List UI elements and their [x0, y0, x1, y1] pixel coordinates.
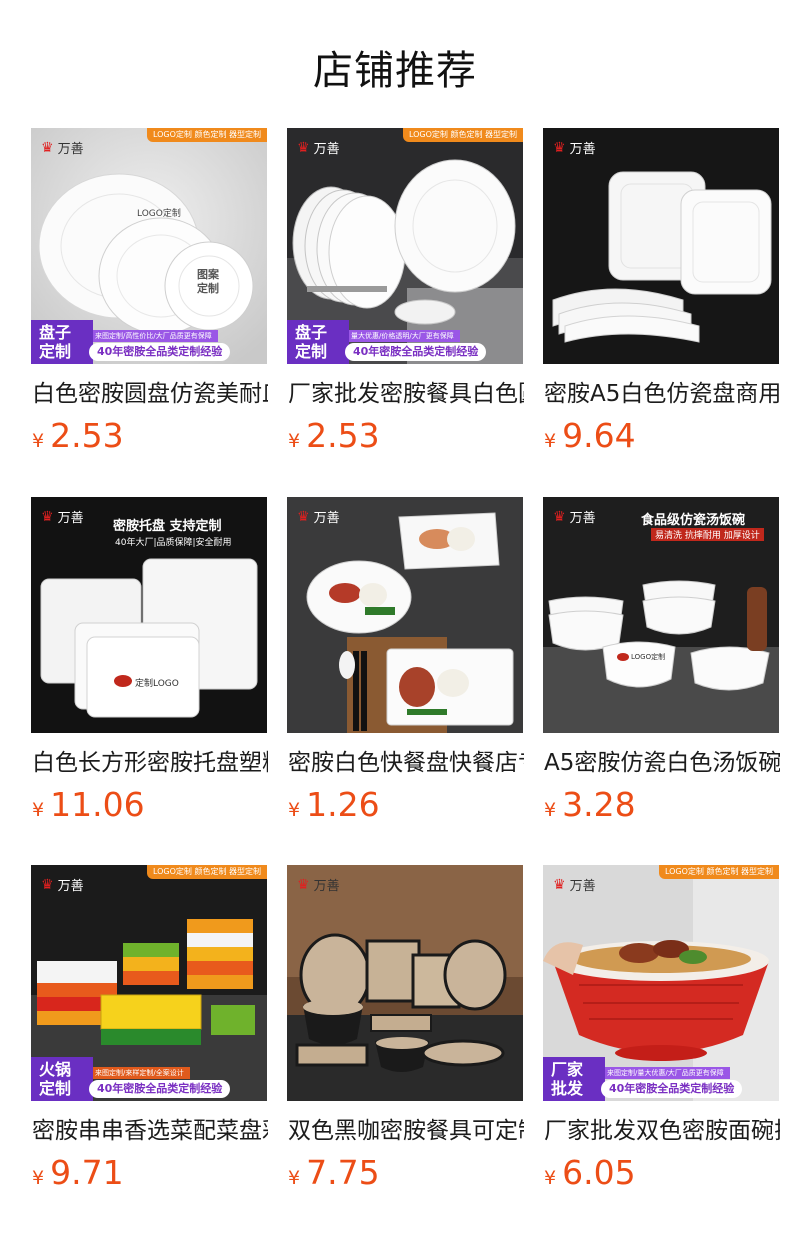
product-subline: 易清洗 抗摔耐用 加厚设计: [651, 528, 764, 541]
product-card[interactable]: ♛ 万善 LOGO定制 颜色定制 器型定制 LOGO定制 图案 定制 来图定制/高…: [31, 128, 268, 458]
product-image[interactable]: ♛ 万善 LOGO定制 颜色定制 器型定制 来图定制/量大优惠/大厂品质更有保障 …: [543, 865, 779, 1101]
category-tag: 厂家 批发: [543, 1057, 605, 1101]
product-image[interactable]: ♛ 万善 LOGO定制 颜色定制 器型定制 来图定制/来样定制/全案设计 火锅 定…: [31, 865, 267, 1101]
product-card[interactable]: ♛万善 双色黑咖密胺餐具可定制款 ¥7.75: [287, 865, 524, 1195]
product-row: ♛ 万善 密胺托盘 支持定制 40年大厂|品质保障|安全耐用 定制LOGO 白色长…: [31, 497, 780, 827]
category-tag: 火锅 定制: [31, 1057, 93, 1101]
product-name[interactable]: 双色黑咖密胺餐具可定制款: [288, 1115, 524, 1147]
product-headline: 密胺托盘 支持定制: [113, 519, 222, 534]
promo-strip: 来图定制/高性价比/大厂品质更有保障: [89, 330, 218, 342]
product-price: ¥3.28: [544, 785, 636, 824]
crown-icon: ♛: [297, 876, 310, 893]
crown-icon: ♛: [297, 508, 310, 525]
promo-strip: 来图定制/量大优惠/大厂品质更有保障: [601, 1067, 730, 1079]
product-subline: 40年大厂|品质保障|安全耐用: [115, 538, 232, 548]
pattern-custom-label: 定制: [197, 282, 219, 295]
crown-icon: ♛: [553, 876, 566, 893]
product-price: ¥2.53: [32, 416, 124, 455]
black-khaki-tableware-photo: [287, 865, 523, 1101]
product-row: ♛ 万善 LOGO定制 颜色定制 器型定制 LOGO定制 图案 定制 来图定制/高…: [31, 128, 780, 458]
product-name[interactable]: 密胺A5白色仿瓷盘商用方盘: [544, 378, 780, 410]
tray-logo-text: 定制LOGO: [135, 679, 179, 689]
page-title: 店铺推荐: [313, 48, 477, 94]
promo-strip: 来图定制/来样定制/全案设计: [89, 1067, 190, 1079]
experience-badge: 40年密胺全品类定制经验: [601, 1080, 743, 1098]
brand-logo: ♛ 万善: [553, 508, 596, 527]
brand-logo: ♛ 万善: [297, 508, 340, 527]
category-tag: 盘子 定制: [31, 320, 93, 364]
crown-icon: ♛: [297, 139, 310, 156]
product-name[interactable]: 密胺白色快餐盘快餐店专用: [288, 747, 524, 779]
product-price: ¥9.71: [32, 1153, 124, 1192]
logo-custom-label: LOGO定制: [137, 209, 181, 219]
product-name[interactable]: 密胺串串香选菜配菜盘彩色: [32, 1115, 268, 1147]
crown-icon: ♛: [41, 876, 54, 893]
product-card[interactable]: ♛万善 密胺A5白色仿瓷盘商用方盘 ¥9.64: [543, 128, 780, 458]
product-row: ♛ 万善 LOGO定制 颜色定制 器型定制 来图定制/来样定制/全案设计 火锅 定…: [31, 865, 780, 1195]
crown-icon: ♛: [553, 508, 566, 525]
product-name[interactable]: 白色长方形密胺托盘塑料盘: [32, 747, 268, 779]
experience-badge: 40年密胺全品类定制经验: [89, 343, 231, 361]
bowl-logo-text: LOGO定制: [631, 653, 666, 661]
crown-icon: ♛: [41, 139, 54, 156]
crown-icon: ♛: [553, 139, 566, 156]
square-plates-photo: [543, 128, 779, 364]
custom-banner: LOGO定制 颜色定制 器型定制: [146, 865, 267, 879]
category-tag: 盘子 定制: [287, 320, 349, 364]
product-card[interactable]: ♛ 万善 LOGO定制 颜色定制 器型定制 来图定制/来样定制/全案设计 火锅 定…: [31, 865, 268, 1195]
brand-logo: ♛ 万善: [297, 876, 340, 895]
brand-logo: ♛ 万善: [553, 876, 596, 895]
product-image[interactable]: ♛ 万善: [287, 497, 523, 733]
product-image[interactable]: ♛ 万善 LOGO定制 颜色定制 器型定制 LOGO定制 图案 定制 来图定制/高…: [31, 128, 267, 364]
product-name[interactable]: A5密胺仿瓷白色汤饭碗商用: [544, 747, 780, 779]
brand-logo: ♛ 万善: [297, 139, 340, 158]
product-price: ¥11.06: [32, 785, 145, 824]
brand-logo: ♛ 万善: [553, 139, 596, 158]
product-card[interactable]: ♛ 万善 食品级仿瓷汤饭碗 易清洗 抗摔耐用 加厚设计 LOGO定制 A5密胺仿瓷…: [543, 497, 780, 827]
brand-logo: ♛ 万善: [41, 876, 84, 895]
product-price: ¥6.05: [544, 1153, 636, 1192]
custom-banner: LOGO定制 颜色定制 器型定制: [146, 128, 267, 142]
product-image[interactable]: ♛ 万善 密胺托盘 支持定制 40年大厂|品质保障|安全耐用 定制LOGO: [31, 497, 267, 733]
brand-logo: ♛ 万善: [41, 508, 84, 527]
crown-icon: ♛: [41, 508, 54, 525]
product-image[interactable]: ♛ 万善: [287, 865, 523, 1101]
promo-strip: 量大优惠/价格透明/大厂更有保障: [345, 330, 460, 342]
product-price: ¥1.26: [288, 785, 380, 824]
product-card[interactable]: ♛ 万善 LOGO定制 颜色定制 器型定制 来图定制/量大优惠/大厂品质更有保障 …: [543, 865, 780, 1195]
product-headline: 食品级仿瓷汤饭碗: [641, 513, 746, 528]
product-card[interactable]: ♛ 万善 密胺托盘 支持定制 40年大厂|品质保障|安全耐用 定制LOGO 白色长…: [31, 497, 268, 827]
brand-logo: ♛ 万善: [41, 139, 84, 158]
custom-banner: LOGO定制 颜色定制 器型定制: [658, 865, 779, 879]
custom-banner: LOGO定制 颜色定制 器型定制: [402, 128, 523, 142]
experience-badge: 40年密胺全品类定制经验: [89, 1080, 231, 1098]
fast-food-plates-photo: [287, 497, 523, 733]
product-card[interactable]: ♛ 万善 LOGO定制 颜色定制 器型定制 量大优惠/价格透明/大厂更有保障 盘子…: [287, 128, 524, 458]
product-image[interactable]: ♛ 万善 食品级仿瓷汤饭碗 易清洗 抗摔耐用 加厚设计 LOGO定制: [543, 497, 779, 733]
product-price: ¥2.53: [288, 416, 380, 455]
product-image[interactable]: ♛ 万善 LOGO定制 颜色定制 器型定制 量大优惠/价格透明/大厂更有保障 盘子…: [287, 128, 523, 364]
product-name[interactable]: 厂家批发双色密胺面碗拉面碗: [544, 1115, 780, 1147]
product-price: ¥9.64: [544, 416, 636, 455]
product-name[interactable]: 白色密胺圆盘仿瓷美耐皿盘子: [32, 378, 268, 410]
product-image[interactable]: ♛ 万善: [543, 128, 779, 364]
product-price: ¥7.75: [288, 1153, 380, 1192]
experience-badge: 40年密胺全品类定制经验: [345, 343, 487, 361]
product-card[interactable]: ♛万善 密胺白色快餐盘快餐店专用 ¥1.26: [287, 497, 524, 827]
product-name[interactable]: 厂家批发密胺餐具白色圆盘: [288, 378, 524, 410]
